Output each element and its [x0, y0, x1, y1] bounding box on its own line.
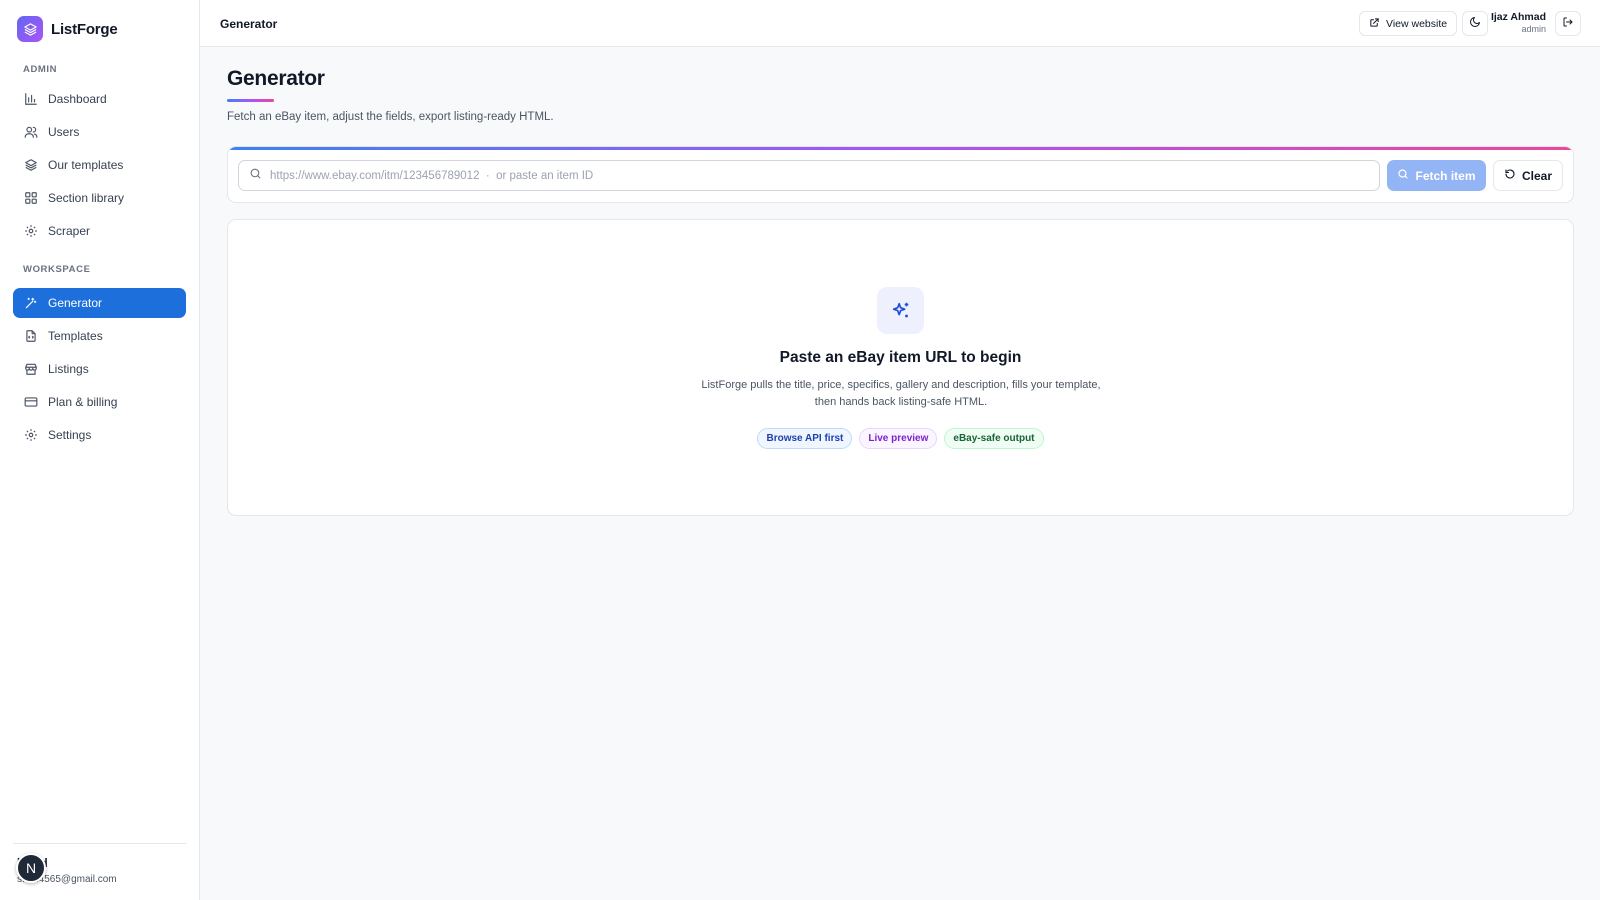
- sidebar-item-label: Listings: [48, 362, 89, 376]
- layers-icon: [24, 158, 38, 172]
- breadcrumb: Generator: [220, 17, 278, 31]
- empty-state-description: ListForge pulls the title, price, specif…: [701, 379, 1101, 408]
- view-website-button[interactable]: View website: [1359, 11, 1458, 36]
- sidebar-divider: [13, 843, 186, 844]
- topbar-user: Ijaz Ahmad admin: [1491, 11, 1546, 34]
- users-icon: [24, 125, 38, 139]
- sidebar-item-scraper[interactable]: Scraper: [13, 216, 186, 246]
- sidebar-item-label: Scraper: [48, 224, 91, 238]
- feature-pills: Browse API first Live preview eBay-safe …: [228, 428, 1573, 449]
- topbar-user-name: Ijaz Ahmad: [1490, 11, 1546, 23]
- topbar: Generator View website Ijaz Ahmad admin: [200, 0, 1600, 47]
- nav-section-admin: ADMIN: [23, 64, 58, 75]
- view-website-label: View website: [1386, 17, 1448, 30]
- sidebar-item-label: Dashboard: [48, 92, 107, 106]
- brand[interactable]: ListForge: [17, 16, 118, 42]
- sidebar-item-label: Settings: [48, 428, 92, 442]
- sidebar-item-label: Plan & billing: [48, 395, 118, 409]
- avatar[interactable]: N: [16, 853, 46, 883]
- sidebar-item-dashboard[interactable]: Dashboard: [13, 84, 186, 114]
- sidebar-item-label: Generator: [48, 296, 103, 310]
- page-title: Generator: [227, 67, 325, 90]
- title-underline: [227, 99, 274, 102]
- sidebar-item-our-templates[interactable]: Our templates: [13, 150, 186, 180]
- sidebar-item-generator[interactable]: Generator: [13, 288, 186, 318]
- search-box: [238, 160, 1380, 191]
- sidebar-item-templates[interactable]: Templates: [13, 321, 186, 351]
- moon-icon: [1469, 15, 1481, 33]
- feature-pill: Live preview: [859, 428, 938, 449]
- gear-icon: [24, 224, 38, 238]
- empty-state-title: Paste an eBay item URL to begin: [779, 349, 1022, 366]
- gear-icon: [24, 428, 38, 442]
- grid-icon: [24, 191, 38, 205]
- topbar-user-role: admin: [1521, 24, 1546, 34]
- external-link-icon: [1369, 17, 1380, 31]
- logout-icon: [1562, 15, 1574, 33]
- sidebar-item-plan-billing[interactable]: Plan & billing: [13, 387, 186, 417]
- bar-chart-icon: [24, 92, 38, 106]
- fetch-item-button[interactable]: Fetch item: [1387, 160, 1486, 191]
- clear-label: Clear: [1521, 168, 1553, 183]
- sidebar: ListForge ADMIN Dashboard Users Our temp…: [0, 0, 200, 900]
- sidebar-item-settings[interactable]: Settings: [13, 420, 186, 450]
- fetch-item-label: Fetch item: [1415, 168, 1476, 183]
- sidebar-item-listings[interactable]: Listings: [13, 354, 186, 384]
- logout-button[interactable]: [1555, 11, 1581, 36]
- page-subtitle: Fetch an eBay item, adjust the fields, e…: [227, 111, 554, 123]
- sidebar-item-label: Users: [48, 125, 80, 139]
- fetch-card: Fetch item Clear: [227, 146, 1574, 203]
- brand-name: ListForge: [51, 20, 118, 38]
- magic-wand-icon: [24, 296, 38, 310]
- sidebar-item-section-library[interactable]: Section library: [13, 183, 186, 213]
- sparkles-icon: [877, 287, 924, 334]
- feature-pill: Browse API first: [757, 428, 853, 449]
- reset-icon: [1504, 168, 1516, 183]
- search-icon: [249, 167, 262, 185]
- nav-section-workspace: WORKSPACE: [23, 264, 91, 275]
- clear-button[interactable]: Clear: [1493, 160, 1563, 191]
- empty-state-card: Paste an eBay item URL to begin ListForg…: [227, 219, 1574, 516]
- sidebar-item-label: Our templates: [48, 158, 124, 172]
- item-url-input[interactable]: [270, 169, 1379, 182]
- sidebar-item-label: Section library: [48, 191, 125, 205]
- layers-icon: [17, 16, 43, 42]
- feature-pill: eBay-safe output: [944, 428, 1044, 449]
- store-icon: [24, 362, 38, 376]
- file-code-icon: [24, 329, 38, 343]
- credit-card-icon: [24, 395, 38, 409]
- search-icon: [1397, 168, 1409, 183]
- sidebar-item-label: Templates: [48, 329, 103, 343]
- sidebar-item-users[interactable]: Users: [13, 117, 186, 147]
- theme-toggle-button[interactable]: [1462, 11, 1488, 36]
